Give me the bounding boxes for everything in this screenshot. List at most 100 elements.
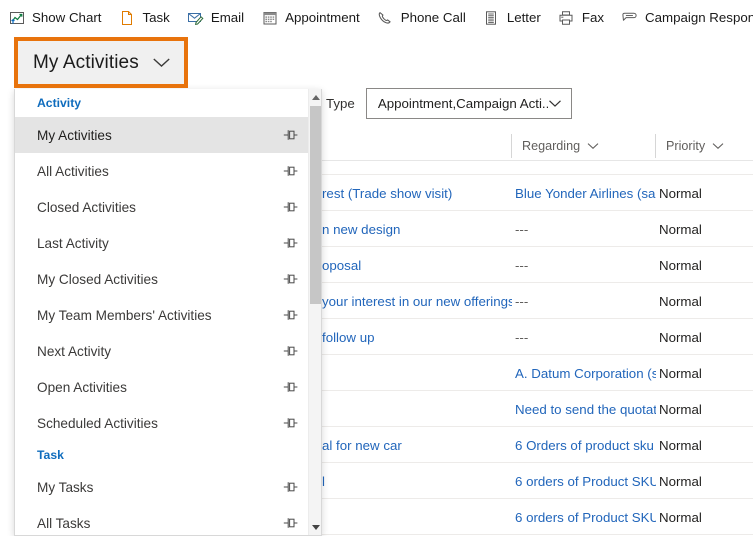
view-list-item[interactable]: My Tasks	[15, 469, 309, 505]
task-icon	[118, 9, 135, 26]
command-label: Campaign Response	[645, 9, 753, 25]
pin-icon[interactable]	[282, 127, 300, 143]
activities-view-screen: Show Chart Task Email Appointment Phone …	[0, 0, 753, 536]
cell-regarding[interactable]: 6 Orders of product sku J	[515, 427, 656, 463]
cell-regarding[interactable]: ---	[515, 211, 656, 247]
show-chart-icon	[8, 9, 25, 26]
command-label: Email	[210, 9, 245, 25]
command-label: Task	[142, 9, 170, 25]
table-row[interactable]: al for new car 6 Orders of product sku JN…	[322, 427, 753, 463]
pin-icon[interactable]	[282, 199, 300, 215]
column-header-regarding[interactable]: Regarding	[511, 134, 656, 158]
view-list-scrollbar[interactable]	[308, 89, 321, 535]
cell-regarding[interactable]: 6 orders of Product SKU .	[515, 499, 656, 535]
cell-subject[interactable]	[322, 161, 512, 174]
table-row[interactable]: your interest in our new offerings --- Nor…	[322, 283, 753, 319]
type-filter-select[interactable]: Appointment,Campaign Acti...	[365, 88, 572, 119]
cell-priority	[659, 161, 753, 174]
view-list-item-label: Closed Activities	[37, 199, 136, 215]
view-list-item[interactable]: Next Activity	[15, 333, 309, 369]
fax-icon	[558, 9, 575, 26]
command-label: Show Chart	[32, 9, 102, 25]
view-list-item[interactable]: All Activities	[15, 153, 309, 189]
cell-subject[interactable]: follow up	[322, 319, 512, 355]
cell-subject[interactable]	[322, 499, 512, 535]
command-label: Appointment	[285, 9, 360, 25]
table-row[interactable]	[322, 161, 753, 175]
view-list-item[interactable]: My Activities	[15, 117, 309, 153]
command-label: Phone Call	[400, 9, 466, 25]
command-show-chart[interactable]: Show Chart	[0, 0, 110, 35]
table-row[interactable]: A. Datum Corporation (sa Normal	[322, 355, 753, 391]
chevron-down-icon	[548, 95, 562, 113]
current-view-label: My Activities	[33, 51, 139, 73]
cell-regarding[interactable]: ---	[515, 283, 656, 319]
table-row[interactable]: n new design --- Normal	[322, 211, 753, 247]
view-list-item-label: All Tasks	[37, 515, 91, 531]
pin-icon[interactable]	[282, 415, 300, 431]
email-icon	[187, 9, 204, 26]
table-row[interactable]: follow up --- Normal	[322, 319, 753, 355]
cell-priority: Normal	[659, 185, 702, 201]
view-list-item[interactable]: Closed Activities	[15, 189, 309, 225]
command-campaign-response[interactable]: Campaign Response	[613, 0, 753, 35]
cell-regarding[interactable]: Blue Yonder Airlines (sam	[515, 175, 656, 211]
chevron-down-icon	[152, 57, 171, 68]
view-list-item[interactable]: Open Activities	[15, 369, 309, 405]
view-list-item-label: My Activities	[37, 127, 112, 143]
pin-icon[interactable]	[282, 515, 300, 531]
view-list-item[interactable]: My Closed Activities	[15, 261, 309, 297]
cell-regarding[interactable]: ---	[515, 319, 656, 355]
cell-subject[interactable]: al for new car	[322, 427, 512, 463]
cell-priority: Normal	[659, 221, 702, 237]
view-list-item[interactable]: My Team Members' Activities	[15, 297, 309, 333]
view-selector-button[interactable]: My Activities	[14, 37, 188, 88]
scroll-up-arrow-icon[interactable]	[309, 90, 321, 105]
scroll-down-arrow-icon[interactable]	[309, 520, 321, 535]
cell-subject[interactable]: rest (Trade show visit)	[322, 175, 512, 211]
pin-icon[interactable]	[282, 271, 300, 287]
cell-regarding[interactable]	[515, 161, 656, 174]
scrollbar-thumb[interactable]	[310, 106, 321, 304]
table-row[interactable]: Need to send the quotati Normal	[322, 391, 753, 427]
view-list-item[interactable]: Scheduled Activities	[15, 405, 309, 441]
command-email[interactable]: Email	[179, 0, 253, 35]
cell-regarding[interactable]: ---	[515, 247, 656, 283]
cell-subject[interactable]: l	[322, 463, 512, 499]
view-group-heading: Task	[37, 448, 64, 462]
cell-regarding[interactable]: A. Datum Corporation (sa	[515, 355, 656, 391]
command-task[interactable]: Task	[110, 0, 178, 35]
command-appointment[interactable]: Appointment	[253, 0, 369, 35]
pin-icon[interactable]	[282, 379, 300, 395]
column-header-priority[interactable]: Priority	[655, 134, 753, 158]
pin-icon[interactable]	[282, 479, 300, 495]
cell-subject[interactable]	[322, 391, 512, 427]
cell-subject[interactable]: your interest in our new offerings	[322, 283, 512, 319]
table-row[interactable]: l6 orders of Product SKU . Normal	[322, 463, 753, 499]
command-letter[interactable]: Letter	[475, 0, 550, 35]
cell-subject[interactable]	[322, 355, 512, 391]
cell-subject[interactable]: oposal	[322, 247, 512, 283]
cell-regarding[interactable]: Need to send the quotati	[515, 391, 656, 427]
view-list-item[interactable]: Last Activity	[15, 225, 309, 261]
command-phone-call[interactable]: Phone Call	[369, 0, 475, 35]
table-row[interactable]: 6 orders of Product SKU . Normal	[322, 499, 753, 535]
pin-icon[interactable]	[282, 307, 300, 323]
command-bar: Show Chart Task Email Appointment Phone …	[0, 0, 753, 35]
cell-regarding[interactable]: 6 orders of Product SKU .	[515, 463, 656, 499]
pin-icon[interactable]	[282, 343, 300, 359]
cell-priority: Normal	[659, 437, 702, 453]
command-fax[interactable]: Fax	[550, 0, 613, 35]
letter-icon	[483, 9, 500, 26]
phone-call-icon	[377, 9, 394, 26]
appointment-icon	[261, 9, 278, 26]
view-selector-flyout: Activity My Activities All Activities Close…	[14, 89, 322, 536]
view-list-item[interactable]: All Tasks	[15, 505, 309, 535]
table-row[interactable]: oposal --- Normal	[322, 247, 753, 283]
pin-icon[interactable]	[282, 163, 300, 179]
grid-rows: rest (Trade show visit) Blue Yonder Airli…	[322, 161, 753, 535]
grid-header-row: Regarding Priority	[322, 132, 753, 161]
table-row[interactable]: rest (Trade show visit) Blue Yonder Airli…	[322, 175, 753, 211]
pin-icon[interactable]	[282, 235, 300, 251]
cell-subject[interactable]: n new design	[322, 211, 512, 247]
